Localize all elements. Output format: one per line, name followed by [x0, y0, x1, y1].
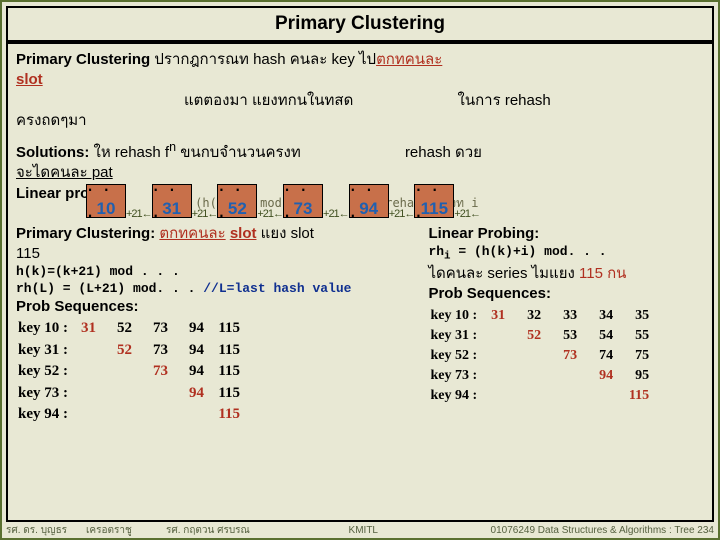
right-heading: Linear Probing: — [428, 224, 704, 244]
code-right: rhi = (h(k)+i) mod. . . — [428, 244, 704, 264]
arr-box-3: . . .52 — [217, 184, 257, 218]
right-column: Linear Probing: rhi = (h(k)+i) mod. . . … — [420, 224, 704, 427]
prob-seq-heading-right: Prob Sequences: — [428, 284, 704, 304]
arrow-2: +21← — [192, 208, 218, 220]
footer-author2: เครอตราชู — [86, 523, 166, 538]
seq-table-left: key 10 :31527394115 key 31 :527394115 ke… — [16, 317, 254, 427]
prob-seq-heading-left: Prob Sequences: — [16, 297, 420, 317]
arr-box-5: . . .94 — [349, 184, 389, 218]
table-row: key 10 :3132333435 — [430, 307, 661, 325]
footer: รศ. ดร. บุญธร เครอตราชู รศ. กฤตวน ศรบรณ … — [6, 522, 714, 538]
seq-table-right: key 10 :3132333435 key 31 :52535455 key … — [428, 305, 663, 408]
arrow-3: +21← — [257, 208, 283, 220]
left-column: Primary Clustering: ตกทคนละ slot แยง slo… — [16, 224, 420, 427]
arrow-4: +21← — [323, 208, 349, 220]
underline-2: slot — [16, 71, 43, 88]
arrow-5: +21← — [389, 208, 415, 220]
table-row: key 73 :94115 — [18, 384, 252, 404]
arr-box-2: . . .31 — [152, 184, 192, 218]
table-row: key 52 :737475 — [430, 347, 661, 365]
arr-box-1: . . .10 — [86, 184, 126, 218]
underline-1: ตกทคนละ — [376, 51, 442, 68]
arr-box-6: . . .115 — [414, 184, 454, 218]
columns: Primary Clustering: ตกทคนละ slot แยง slo… — [16, 224, 704, 427]
table-row: key 94 :115 — [18, 405, 252, 425]
table-row: key 31 :52535455 — [430, 327, 661, 345]
table-row: key 94 :115 — [430, 387, 661, 405]
title-text: Primary Clustering — [275, 13, 445, 35]
footer-author3: รศ. กฤตวน ศรบรณ — [166, 523, 326, 538]
body: Primary Clustering ปรากฎการณท hash คนละ … — [6, 42, 714, 522]
table-row: key 31 :527394115 — [18, 341, 252, 361]
footer-inst: KMITL — [326, 525, 386, 536]
table-row: key 73 :9495 — [430, 367, 661, 385]
array-row: . . .10 +21← . . .31 +21← . . .52 +21← .… — [86, 180, 704, 222]
code-left: h(k)=(k+21) mod . . . rh(L) = (L+21) mod… — [16, 264, 420, 297]
title-bar: Primary Clustering — [6, 6, 714, 42]
table-row: key 52 :7394115 — [18, 362, 252, 382]
footer-author1: รศ. ดร. บุญธร — [6, 523, 86, 538]
footer-course: 01076249 Data Structures & Algorithms : … — [386, 525, 714, 536]
arr-box-4: . . .73 — [283, 184, 323, 218]
arrow-6: +21← — [454, 208, 480, 220]
para-definition: Primary Clustering ปรากฎการณท hash คนละ … — [16, 50, 704, 131]
slide: Primary Clustering Primary Clustering ปร… — [0, 0, 720, 540]
term: Primary Clustering — [16, 51, 150, 68]
table-row: key 10 :31527394115 — [18, 319, 252, 339]
arrow-1: +21← — [126, 208, 152, 220]
